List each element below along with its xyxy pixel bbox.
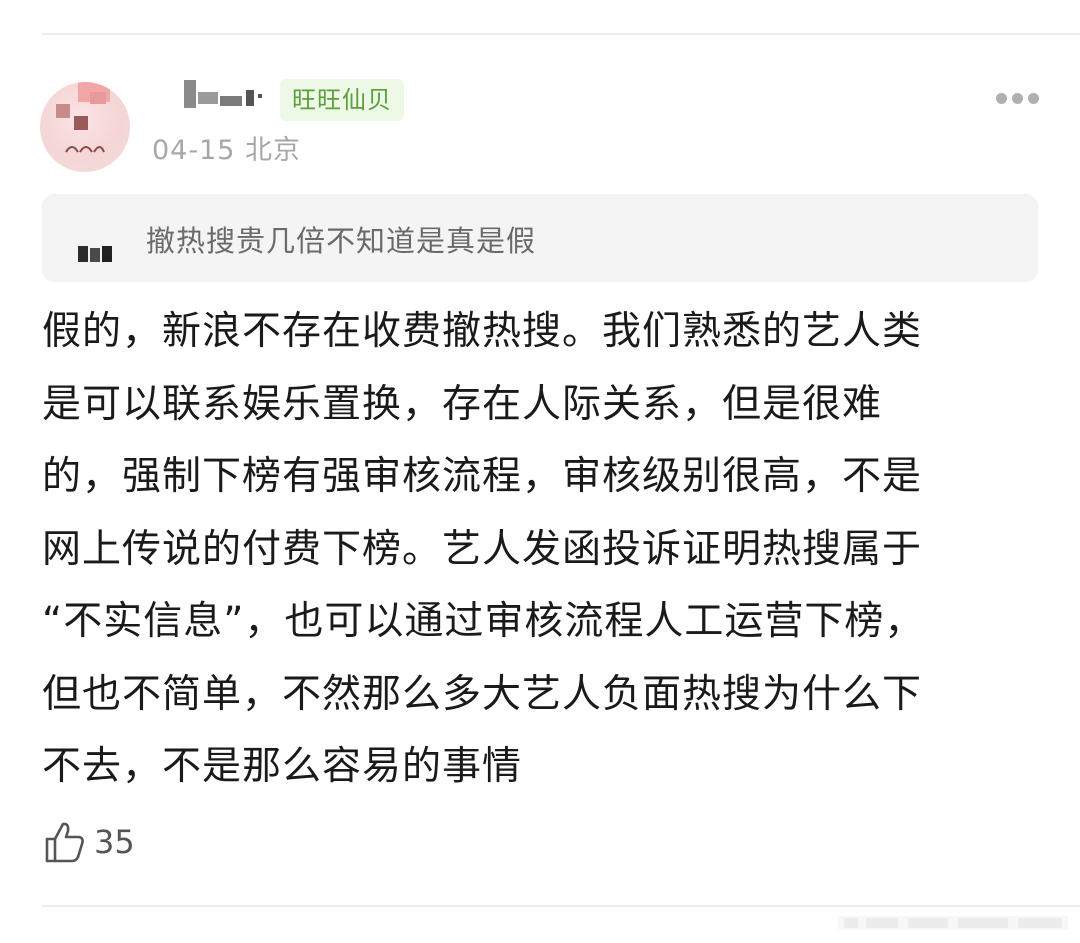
comment-line: 的，强制下榜有强审核流程，审核级别很高，不是: [42, 454, 923, 499]
avatar-pixel: [56, 104, 70, 118]
thumbs-up-icon: [45, 822, 84, 863]
comment-line: “不实信息”，也可以通过审核流程人工运营下榜，: [42, 599, 925, 644]
comment-line: 是可以联系娱乐置换，存在人际关系，但是很难: [42, 381, 883, 427]
comment-line: 假的，新浪不存在收费撤热搜。我们熟悉的艺人类: [42, 309, 923, 354]
quoted-reply[interactable]: 撤热搜贵几倍不知道是真是假: [42, 194, 1038, 282]
watermark-icon: [838, 916, 1068, 930]
post-date-location: 04-15 北京: [152, 135, 302, 166]
top-divider: [42, 33, 1080, 35]
avatar-mouth-icon: [65, 146, 105, 153]
avatar[interactable]: [40, 82, 130, 172]
comment-line: 网上传说的付费下榜。艺人发函投诉证明热搜属于: [42, 526, 923, 572]
comment-line: 不去，不是那么容易的事情: [42, 744, 523, 789]
comment-body: 假的，新浪不存在收费撤热搜。我们熟悉的艺人类 是可以联系娱乐置换，存在人际关系，…: [42, 296, 1042, 804]
username-redacted[interactable]: [178, 80, 264, 108]
like-count: 35: [94, 823, 135, 861]
more-dots-icon[interactable]: [996, 93, 1040, 105]
avatar-pixel: [74, 116, 88, 130]
avatar-pixel: [90, 92, 106, 104]
comment-line: 但也不简单，不然那么多大艺人负面热搜为什么下: [42, 671, 923, 717]
quoted-user-redacted: [78, 246, 112, 262]
bottom-divider: [42, 905, 1080, 907]
user-badge: 旺旺仙贝: [280, 79, 404, 121]
quoted-text: 撤热搜贵几倍不知道是真是假: [146, 224, 537, 258]
